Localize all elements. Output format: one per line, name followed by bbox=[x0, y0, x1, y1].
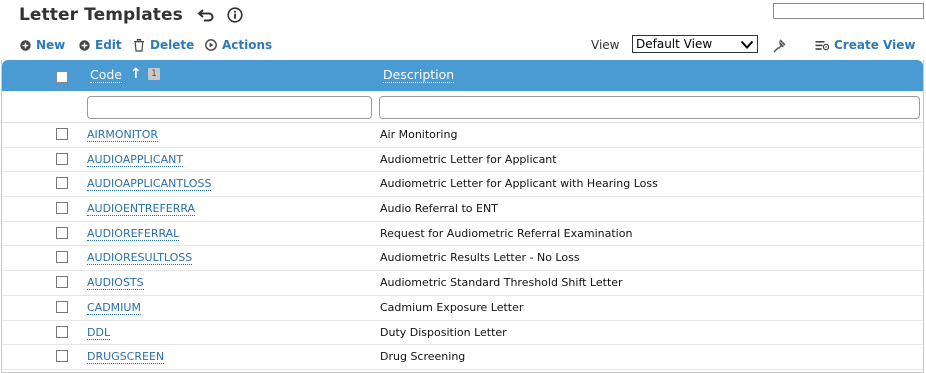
row-code-link[interactable]: DRUGSCREEN bbox=[87, 350, 165, 365]
delete-label: Delete bbox=[150, 38, 195, 52]
row-checkbox[interactable] bbox=[56, 325, 68, 338]
toolbar: New Edit Delete Actions View Default Vie… bbox=[0, 35, 926, 55]
plus-circle-icon bbox=[79, 39, 90, 51]
row-checkbox[interactable] bbox=[56, 177, 68, 190]
letter-templates-grid: Code ↑ 1 Description AIRMONITOR Air Moni… bbox=[1, 60, 924, 373]
return-arrow-icon[interactable] bbox=[197, 8, 215, 22]
page-title: Letter Templates bbox=[19, 5, 183, 25]
row-description: Drug Screening bbox=[380, 350, 466, 364]
row-description: Audiometric Letter for Applicant bbox=[380, 152, 557, 166]
table-row: DRUGSCREEN Drug Screening bbox=[2, 345, 923, 370]
new-label: New bbox=[36, 38, 66, 52]
row-checkbox[interactable] bbox=[56, 300, 68, 313]
row-description: Audiometric Results Letter - No Loss bbox=[380, 251, 580, 265]
table-row: DDL Duty Disposition Letter bbox=[2, 321, 923, 346]
table-row: CADMIUM Cadmium Exposure Letter bbox=[2, 296, 923, 321]
pin-icon[interactable] bbox=[772, 38, 788, 57]
play-circle-icon bbox=[205, 39, 217, 51]
column-header-code[interactable]: Code bbox=[90, 68, 123, 83]
edit-label: Edit bbox=[95, 38, 122, 52]
row-description: Audio Referral to ENT bbox=[380, 202, 498, 216]
create-view-label: Create View bbox=[834, 38, 916, 52]
create-view-button[interactable]: Create View bbox=[815, 35, 915, 55]
actions-label: Actions bbox=[222, 38, 273, 52]
select-all-checkbox[interactable] bbox=[56, 71, 68, 83]
row-code-link[interactable]: AUDIOAPPLICANT bbox=[87, 153, 184, 167]
trash-icon bbox=[134, 38, 144, 52]
row-code-link[interactable]: AUDIOSTS bbox=[87, 276, 144, 291]
code-filter-input[interactable] bbox=[87, 96, 372, 119]
title-bar: Letter Templates bbox=[19, 3, 243, 27]
view-label: View bbox=[591, 38, 620, 52]
row-checkbox[interactable] bbox=[56, 226, 68, 239]
row-code-link[interactable]: AUDIOENTREFERRA bbox=[87, 202, 196, 217]
row-checkbox[interactable] bbox=[56, 128, 68, 140]
row-checkbox[interactable] bbox=[56, 202, 68, 215]
column-header-description[interactable]: Description bbox=[383, 68, 455, 83]
row-code-link[interactable]: AUDIORESULTLOSS bbox=[87, 251, 193, 266]
filter-row bbox=[2, 91, 923, 123]
table-row: AUDIOENTREFERRA Audio Referral to ENT bbox=[2, 197, 923, 222]
actions-button[interactable]: Actions bbox=[205, 35, 272, 55]
row-description: Air Monitoring bbox=[380, 128, 458, 141]
row-description: Cadmium Exposure Letter bbox=[380, 300, 524, 314]
table-row: AUDIOAPPLICANTLOSS Audiometric Letter fo… bbox=[2, 172, 923, 198]
sort-order-badge: 1 bbox=[148, 68, 160, 80]
view-selected-value: Default View bbox=[636, 37, 713, 51]
row-checkbox[interactable] bbox=[56, 251, 68, 264]
row-code-link[interactable]: DDL bbox=[87, 326, 111, 340]
row-checkbox[interactable] bbox=[56, 152, 68, 165]
row-code-link[interactable]: AUDIOREFERRAL bbox=[87, 227, 180, 241]
row-checkbox[interactable] bbox=[56, 350, 68, 363]
row-description: Request for Audiometric Referral Examina… bbox=[380, 226, 633, 240]
row-description: Duty Disposition Letter bbox=[380, 325, 507, 339]
row-checkbox[interactable] bbox=[56, 276, 68, 289]
chevron-down-icon bbox=[740, 40, 754, 49]
search-input[interactable] bbox=[773, 3, 924, 19]
table-row: AUDIOSTS Audiometric Standard Threshold … bbox=[2, 271, 923, 296]
row-code-link[interactable]: CADMIUM bbox=[87, 301, 141, 315]
delete-button[interactable]: Delete bbox=[133, 35, 194, 55]
row-description: Audiometric Standard Threshold Shift Let… bbox=[380, 276, 623, 290]
row-code-link[interactable]: AUDIOAPPLICANTLOSS bbox=[87, 177, 212, 192]
table-row: AIRMONITOR Air Monitoring bbox=[2, 123, 923, 148]
view-select[interactable]: Default View bbox=[632, 35, 758, 53]
plus-circle-icon bbox=[20, 39, 31, 51]
table-row: AUDIOAPPLICANT Audiometric Letter for Ap… bbox=[2, 148, 923, 173]
info-icon[interactable] bbox=[227, 7, 243, 23]
row-description: Audiometric Letter for Applicant with He… bbox=[380, 177, 658, 191]
description-filter-input[interactable] bbox=[379, 96, 920, 119]
list-settings-icon bbox=[815, 40, 829, 50]
grid-header: Code ↑ 1 Description bbox=[2, 60, 923, 91]
table-row: AUDIORESULTLOSS Audiometric Results Lett… bbox=[2, 246, 923, 272]
edit-button[interactable]: Edit bbox=[79, 35, 122, 55]
table-row: AUDIOREFERRAL Request for Audiometric Re… bbox=[2, 222, 923, 247]
sort-ascending-icon: ↑ bbox=[130, 66, 142, 82]
new-button[interactable]: New bbox=[20, 35, 65, 55]
row-code-link[interactable]: AIRMONITOR bbox=[87, 128, 159, 142]
